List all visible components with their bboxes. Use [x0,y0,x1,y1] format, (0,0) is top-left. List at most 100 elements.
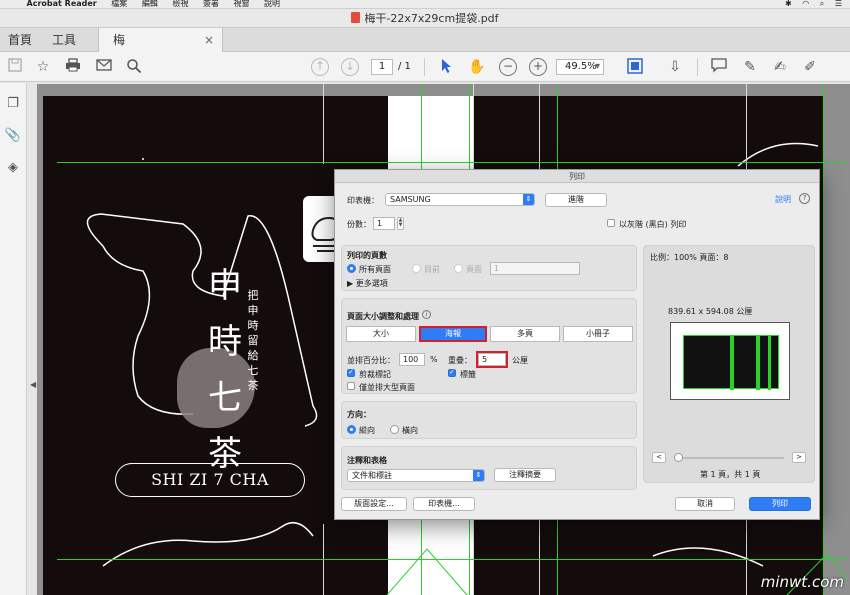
zoom-level-select[interactable]: 49.5% [556,59,604,75]
select-cursor-icon[interactable] [438,58,456,76]
page-number-input[interactable]: 1 [371,59,393,75]
watermark: minwt.com [760,573,844,591]
chevron-updown-icon: ⇕ [523,194,534,205]
tab-size[interactable]: 大小 [346,326,416,342]
menu-edit[interactable]: 編輯 [142,0,158,8]
comments-forms-select[interactable]: 文件和標註 ⇕ [347,469,485,482]
printer-button[interactable]: 印表機... [413,497,475,511]
menu-tray: ✱ ◠ ⌕ ☰ [777,0,842,8]
tile-scale-input[interactable]: 100 [399,353,425,366]
search-icon[interactable]: ⌕ [820,0,824,8]
highlight-pen-icon[interactable]: ✎ [741,58,759,76]
attachment-icon[interactable]: 📎 [4,127,22,145]
bluetooth-icon[interactable]: ✱ [785,0,792,8]
tab-home[interactable]: 首頁 [8,28,32,52]
collapse-sidebar-icon[interactable]: ◀ [30,380,36,389]
artwork-title: 申 時 七 茶 [205,258,245,482]
large-pages-only-label: 僅並排大型頁面 [359,383,415,392]
summarize-comments-button[interactable]: 注釋摘要 [494,468,556,482]
menu-view[interactable]: 檢視 [172,0,188,8]
tab-multiple[interactable]: 多頁 [490,326,560,342]
zoom-out-icon[interactable]: − [499,58,517,76]
page-sizing-title: 頁面大小調整和處理 [347,312,419,321]
next-page-icon[interactable]: ↓ [341,58,359,76]
dialog-title: 列印 [335,170,819,183]
comments-forms-title: 注釋和表格 [347,456,387,465]
title-char-2: 時 [208,322,242,362]
preview-prev-button[interactable]: < [652,452,666,463]
previous-page-icon[interactable]: ↑ [311,58,329,76]
labels-checkbox[interactable] [448,368,456,377]
preview-slider-knob[interactable] [674,453,683,462]
print-icon[interactable] [64,58,82,76]
printer-label: 印表機： [347,196,379,205]
preview-dimensions: 839.61 x 594.08 公厘 [668,307,753,316]
page-range-radio[interactable] [454,264,463,273]
current-page-label: 目前 [424,265,440,274]
crop-mark [323,84,324,164]
comments-forms-section: 注釋和表格 文件和標註 ⇕ 注釋摘要 [341,446,637,490]
preview-artwork [683,335,779,390]
menu-bar: Acrobat Reader 檔案 編輯 檢視 簽署 視窗 說明 ✱ ◠ ⌕ ☰ [0,0,850,9]
hand-tool-icon[interactable]: ✋ [468,58,486,76]
large-pages-only-checkbox[interactable] [347,382,355,390]
page-range-input[interactable]: 1 [490,262,580,275]
title-char-1: 申 [208,266,242,306]
page-range-label: 頁面 [466,265,482,274]
wifi-icon[interactable]: ◠ [802,0,809,8]
info-icon[interactable]: i [422,310,431,319]
landscape-radio[interactable] [390,425,399,434]
save-icon[interactable] [6,58,24,76]
edit-icon[interactable]: ✐ [801,58,819,76]
scroll-mode-icon[interactable]: ⇩ [666,58,684,76]
tile-scale-label: 並排百分比： [347,356,395,365]
advanced-button[interactable]: 進階 [545,193,607,207]
grayscale-checkbox[interactable] [607,219,615,227]
pages-thumbnail-icon[interactable]: ❐ [4,95,22,113]
preview-slider-track[interactable] [674,457,784,459]
app-name[interactable]: Acrobat Reader [27,0,97,8]
portrait-label: 縱向 [359,426,375,435]
print-button[interactable]: 列印 [749,497,811,511]
bookmark-star-icon[interactable]: ☆ [34,58,52,76]
preview-next-button[interactable]: > [792,452,806,463]
zoom-in-icon[interactable]: + [529,58,547,76]
tab-tools[interactable]: 工具 [52,28,76,52]
copies-input[interactable]: 1 [373,217,395,230]
pages-section: 列印的頁數 所有頁面 目前 頁面 1 ▶ 更多選項 [341,245,637,291]
printer-select[interactable]: SAMSUNG ⇕ [385,193,535,206]
tab-booklet[interactable]: 小冊子 [563,326,633,342]
fill-sign-icon[interactable]: ✍ [771,58,789,76]
fit-page-icon[interactable] [626,58,644,76]
cancel-button[interactable]: 取消 [675,497,735,511]
help-icon[interactable]: ? [799,193,810,204]
percent-label: % [430,355,438,364]
current-page-radio[interactable] [412,264,421,273]
menu-list-icon[interactable]: ☰ [835,0,842,8]
menu-sign[interactable]: 簽署 [203,0,219,8]
crop-marks-checkbox[interactable] [347,368,355,377]
landscape-label: 橫向 [402,426,418,435]
left-sidebar: ❐ 📎 ◈ [0,83,27,595]
menu-help[interactable]: 說明 [264,0,280,8]
help-link[interactable]: 說明 [775,194,791,205]
more-options-toggle[interactable]: ▶ 更多選項 [347,278,388,289]
find-icon[interactable] [125,58,143,76]
email-icon[interactable] [95,58,113,76]
comment-icon[interactable] [710,58,728,76]
copies-label: 份數： [347,220,371,229]
overlap-input[interactable]: 5 [476,351,508,368]
overlap-unit: 公厘 [512,356,528,365]
close-icon[interactable]: × [204,28,214,52]
preview-guide [756,336,760,390]
layers-icon[interactable]: ◈ [4,159,22,177]
all-pages-radio[interactable] [347,264,356,273]
tab-document[interactable]: 梅干-22x7x29cm... × [98,28,223,71]
tab-poster[interactable]: 海報 [419,326,487,342]
menu-window[interactable]: 視窗 [233,0,249,8]
portrait-radio[interactable] [347,425,356,434]
menu-file[interactable]: 檔案 [111,0,127,8]
preview-page [670,322,790,400]
page-setup-button[interactable]: 版面設定... [341,497,407,511]
copies-stepper[interactable]: ▲ ▼ [397,217,404,230]
